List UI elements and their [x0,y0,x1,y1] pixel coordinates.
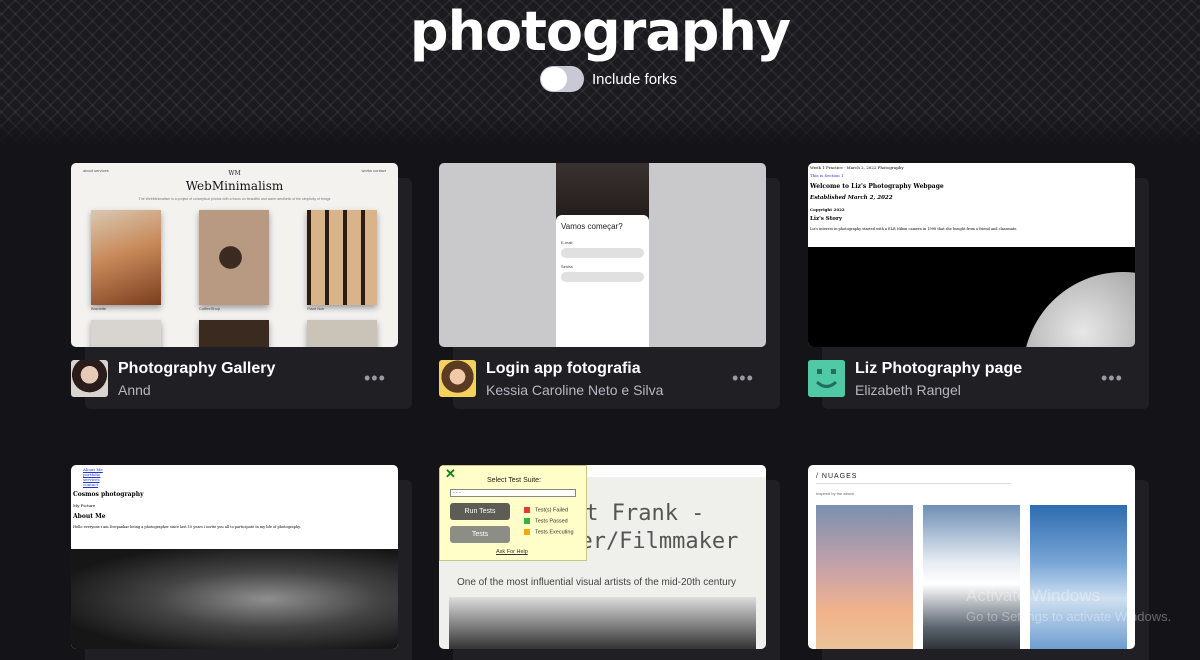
preview-photo [449,597,756,649]
include-forks-row: Include forks [540,66,677,92]
preview-tagline: My Picture [73,503,96,508]
preview-login-sheet: Vamos começar? E-mail Senha [556,215,649,347]
repo-info: Login app fotografia Kessia Caroline Net… [439,360,779,400]
preview-camera-photo [556,163,649,223]
preview-copyright: Copyright 2022 [810,207,845,212]
preview-about-heading: About Me [73,513,106,520]
preview-established: Established March 2, 2022 [810,195,893,201]
repo-owner[interactable]: Annd [118,382,151,398]
legend-failed: Test(s) Failed [524,507,568,513]
preview-description: One of the most influential visual artis… [457,577,737,588]
preview-photo-coffee [199,210,269,305]
preview-sky-photo [923,505,1020,649]
failed-color-swatch [524,507,530,513]
more-options-icon[interactable]: ••• [732,368,754,389]
more-options-icon[interactable]: ••• [1101,368,1123,389]
preview-photo-brunette [91,210,161,305]
preview-divider [816,483,1011,484]
ask-for-help-link[interactable]: Ask For Help [496,549,528,555]
repo-info: Photography Gallery Annd ••• [71,360,411,400]
owner-avatar[interactable] [71,360,108,397]
page-title: photography [409,0,791,63]
preview-sky-photo [816,505,913,649]
preview-text: Week 1 Practice - March 2, 2022 Photogra… [810,165,904,170]
repo-preview-image[interactable]: About Me portfolio services contact Cosm… [71,465,398,649]
passed-color-swatch [524,518,530,524]
preview-story-heading: Liz's Story [810,216,843,222]
preview-heading: Welcome to Liz's Photography Webpage [810,183,944,190]
toggle-knob [541,67,567,91]
preview-moon-photo [808,247,1135,347]
legend-failed-label: Test(s) Failed [535,507,569,514]
repo-name[interactable]: Photography Gallery [118,360,275,378]
preview-heading: WebMinimalism [185,179,284,193]
preview-password-field [561,272,644,282]
test-suite-label: Select Test Suite: [487,477,541,484]
legend-executing: Tests Executing [524,529,574,535]
test-suite-select[interactable]: - - - [450,489,576,497]
executing-color-swatch [524,529,530,535]
run-tests-button[interactable]: Run Tests [450,503,510,520]
header-banner: photography Include forks [0,0,1200,145]
preview-subtext: The WebMinimalism is a project of concep… [138,197,331,201]
preview-email-label: E-mail [561,240,573,245]
repo-preview-image[interactable]: about services works contact WM WebMinim… [71,163,398,347]
preview-email-field [561,248,644,258]
preview-caption: Plant Noir [307,306,325,311]
preview-photo-plant [307,210,377,305]
preview-sky-photo [1030,505,1127,649]
repo-info: Liz Photography page Elizabeth Rangel ••… [808,360,1148,400]
preview-greeting: Vamos começar? [561,222,623,231]
preview-photo [91,320,161,347]
legend-executing-label: Tests Executing [535,529,574,536]
repo-name[interactable]: Login app fotografia [486,360,641,378]
owner-avatar[interactable] [808,360,845,397]
activate-windows-hint: Go to Settings to activate Windows. [966,609,1172,624]
preview-photo [71,549,398,649]
preview-phone: Vamos começar? E-mail Senha [556,163,649,347]
repo-preview-image[interactable]: Robert Frank - Photographer/Filmmaker On… [439,465,766,649]
preview-link: contact [83,482,99,487]
preview-heading: Cosmos photography [73,491,144,498]
preview-password-label: Senha [561,264,573,269]
legend-passed: Tests Passed [524,518,568,524]
legend-passed-label: Tests Passed [535,518,568,525]
tests-button[interactable]: Tests [450,526,510,543]
test-suite-panel: ✕ Select Test Suite: - - - Run Tests Tes… [439,465,587,561]
include-forks-toggle[interactable] [540,66,584,92]
preview-subtext: Inspired by the above [816,491,855,496]
preview-caption: CoffeeShop [199,306,221,311]
preview-story: Liz's interest in photography started wi… [810,227,1018,231]
repo-name[interactable]: Liz Photography page [855,360,1022,378]
include-forks-label: Include forks [592,70,678,88]
repo-preview-image[interactable]: Vamos começar? E-mail Senha [439,163,766,347]
repo-preview-image[interactable]: Week 1 Practice - March 2, 2022 Photogra… [808,163,1135,347]
preview-photo [199,320,269,347]
owner-avatar[interactable] [439,360,476,397]
preview-photo [307,320,377,347]
preview-about-text: Hello everyone i am Deepankar being a ph… [73,525,301,529]
preview-heading: / NUAGES [816,473,858,480]
repo-owner[interactable]: Kessia Caroline Neto e Silva [486,382,663,398]
repo-owner[interactable]: Elizabeth Rangel [855,382,961,398]
activate-windows-watermark: Activate Windows [966,586,1101,605]
identicon-icon [808,360,845,397]
preview-link: This is Section 1 [810,173,844,178]
more-options-icon[interactable]: ••• [364,368,386,389]
preview-caption: Brunette [91,306,107,311]
preview-logo: WM [228,170,241,177]
